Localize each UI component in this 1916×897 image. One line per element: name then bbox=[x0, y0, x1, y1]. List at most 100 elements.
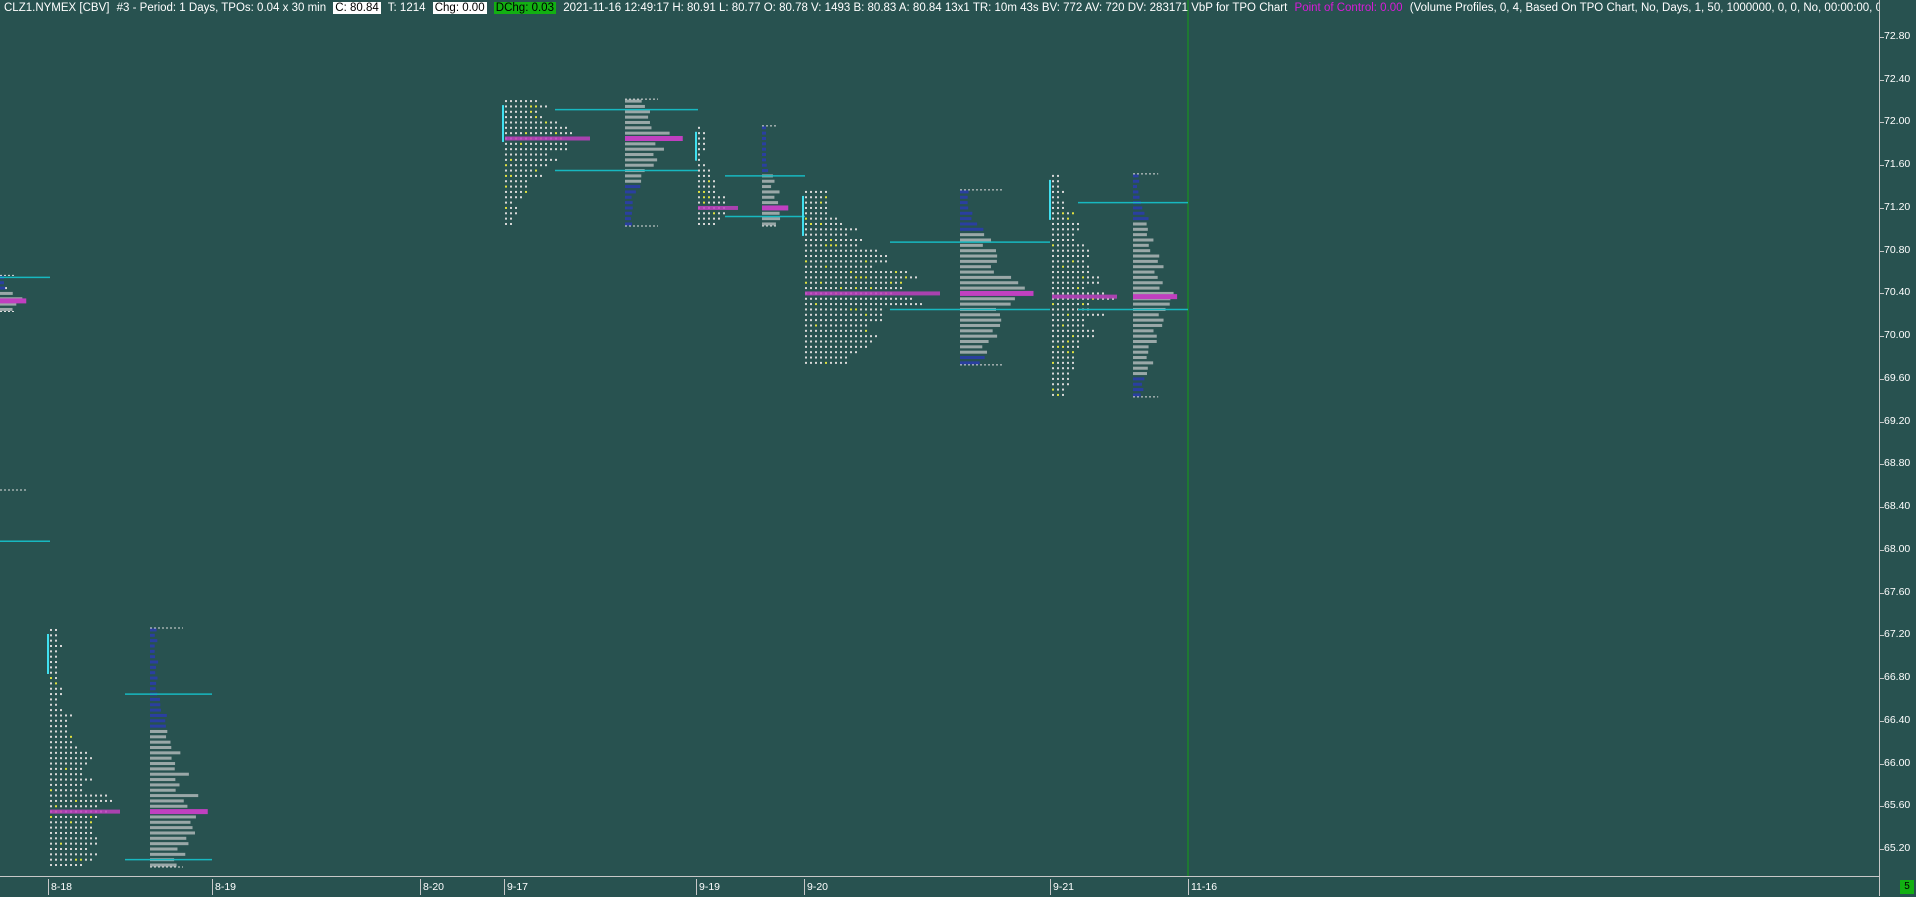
tpo-mark bbox=[870, 340, 872, 343]
tpo-mark bbox=[1087, 271, 1089, 274]
volume-bar bbox=[625, 185, 641, 189]
tpo-mark bbox=[830, 233, 832, 236]
tpo-mark bbox=[718, 196, 720, 199]
chart-plot-area[interactable] bbox=[0, 0, 1879, 876]
tpo-mark bbox=[1077, 329, 1079, 332]
tpo-mark bbox=[698, 148, 700, 151]
tpo-mark bbox=[1057, 308, 1059, 311]
tpo-mark bbox=[875, 260, 877, 263]
tpo-mark bbox=[805, 260, 807, 263]
tpo-mark bbox=[55, 789, 57, 792]
tpo-mark bbox=[1052, 212, 1054, 215]
tpo-mark bbox=[1052, 276, 1054, 279]
tpo-mark bbox=[698, 212, 700, 215]
tpo-mark bbox=[820, 276, 822, 279]
volume-bar bbox=[0, 291, 13, 295]
tpo-mark bbox=[60, 815, 62, 818]
open-marker bbox=[695, 131, 697, 161]
tpo-mark bbox=[805, 281, 807, 284]
price-tick-label: 67.20 bbox=[1884, 628, 1911, 641]
tpo-mark bbox=[703, 164, 705, 167]
volume-bar bbox=[1133, 382, 1142, 386]
tpo-mark bbox=[1057, 201, 1059, 204]
volume-bar bbox=[150, 863, 177, 867]
tpo-mark bbox=[50, 698, 52, 701]
tpo-mark bbox=[805, 196, 807, 199]
tpo-mark bbox=[55, 773, 57, 776]
tpo-mark bbox=[820, 190, 822, 193]
tpo-mark bbox=[698, 137, 700, 140]
tpo-mark bbox=[60, 773, 62, 776]
volume-bar bbox=[150, 762, 176, 766]
tpo-mark bbox=[870, 308, 872, 311]
volume-bar bbox=[960, 190, 969, 194]
tpo-mark bbox=[80, 837, 82, 840]
tpo-mark bbox=[55, 687, 57, 690]
tpo-mark bbox=[1067, 340, 1069, 343]
tpo-mark bbox=[1057, 222, 1059, 225]
tpo-mark bbox=[80, 757, 82, 760]
tpo-mark bbox=[865, 265, 867, 268]
volume-bar bbox=[150, 660, 159, 664]
tpo-mark bbox=[1057, 345, 1059, 348]
tpo-mark bbox=[505, 180, 507, 183]
tpo-mark bbox=[865, 281, 867, 284]
tpo-mark bbox=[515, 158, 517, 161]
tpo-mark bbox=[805, 201, 807, 204]
volume-bar bbox=[1133, 329, 1154, 333]
volume-bar bbox=[150, 697, 160, 701]
tpo-mark bbox=[545, 158, 547, 161]
tpo-mark bbox=[60, 821, 62, 824]
tpo-mark bbox=[515, 116, 517, 119]
date-axis[interactable]: 8-18 8-19 8-20 9-17 9-19 9-20 9-21 11-16 bbox=[0, 876, 1879, 897]
volume-bar bbox=[0, 307, 13, 311]
tpo-mark bbox=[825, 271, 827, 274]
tpo-mark bbox=[1057, 372, 1059, 375]
tpo-mark bbox=[520, 142, 522, 145]
tpo-mark bbox=[515, 148, 517, 151]
tpo-mark bbox=[55, 725, 57, 728]
tpo-mark bbox=[1052, 217, 1054, 220]
tpo-mark bbox=[1052, 196, 1054, 199]
tpo-mark bbox=[855, 345, 857, 348]
tpo-mark bbox=[870, 287, 872, 290]
tpo-mark bbox=[1072, 335, 1074, 338]
tpo-mark bbox=[815, 206, 817, 209]
tpo-mark bbox=[1097, 313, 1099, 316]
tpo-mark bbox=[1052, 340, 1054, 343]
volume-bar bbox=[960, 243, 983, 247]
tpo-mark bbox=[60, 778, 62, 781]
tpo-mark bbox=[1062, 308, 1064, 311]
tpo-mark bbox=[890, 303, 892, 306]
price-axis[interactable]: 72.80 72.40 72.00 71.60 71.20 70.80 70.40 70.00… bbox=[1879, 0, 1916, 896]
price-tick-label: 71.20 bbox=[1884, 200, 1911, 213]
tpo-mark bbox=[510, 180, 512, 183]
tpo-mark bbox=[820, 356, 822, 359]
volume-bar bbox=[150, 788, 176, 792]
tpo-mark bbox=[825, 308, 827, 311]
tpo-mark bbox=[820, 287, 822, 290]
volume-bar bbox=[1133, 361, 1154, 365]
tpo-mark bbox=[1052, 388, 1054, 391]
poc-volume-bar bbox=[762, 205, 789, 211]
tpo-mark bbox=[1057, 383, 1059, 386]
volume-bar bbox=[150, 756, 172, 760]
tpo-mark bbox=[703, 132, 705, 135]
tpo-mark bbox=[1052, 206, 1054, 209]
tpo-mark bbox=[825, 212, 827, 215]
volume-bar bbox=[150, 778, 176, 782]
tpo-mark bbox=[85, 848, 87, 850]
tpo-mark bbox=[1062, 345, 1064, 348]
tpo-mark bbox=[65, 858, 67, 861]
tpo-mark bbox=[515, 142, 517, 145]
tpo-mark bbox=[555, 126, 557, 129]
tpo-mark bbox=[1062, 281, 1064, 284]
tpo-mark bbox=[100, 799, 102, 802]
tpo-mark bbox=[540, 164, 542, 167]
tpo-mark bbox=[75, 799, 77, 802]
tpo-mark bbox=[55, 757, 57, 760]
tpo-mark bbox=[1052, 292, 1054, 295]
tpo-mark bbox=[65, 741, 67, 744]
tpo-mark bbox=[815, 329, 817, 332]
tpo-mark bbox=[890, 297, 892, 300]
